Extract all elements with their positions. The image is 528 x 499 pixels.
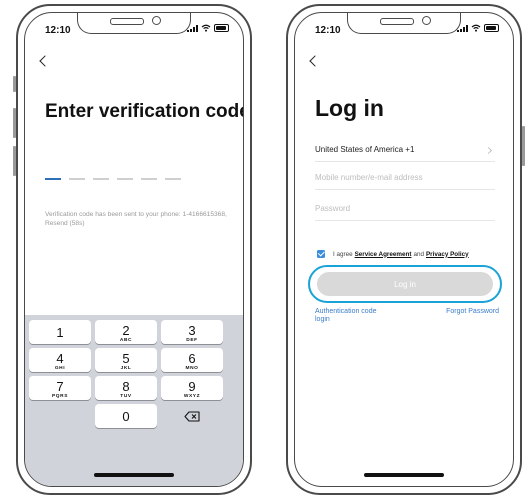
signal-icon (457, 24, 468, 32)
key-3[interactable]: 3 DEF (161, 320, 223, 344)
camera (152, 16, 161, 25)
login-button[interactable]: Log in (317, 272, 493, 296)
key-0[interactable]: 0 (95, 404, 157, 428)
forgot-password-link[interactable]: Forgot Password (446, 308, 499, 315)
auth-code-login-link[interactable]: Authentication code login (315, 308, 385, 325)
code-slot[interactable] (141, 178, 157, 180)
agree-checkbox[interactable] (317, 250, 325, 258)
phone-frame-login: 12:10 Log in United States of America +1… (286, 4, 525, 495)
wifi-icon (201, 24, 211, 32)
key-digit: 2 (122, 323, 130, 338)
speaker (110, 18, 144, 25)
mobile-email-input[interactable]: Mobile number/e-mail address (315, 169, 495, 190)
status-time: 12:10 (45, 25, 71, 36)
key-letters: WXYZ (183, 394, 201, 399)
side-button (522, 126, 525, 166)
camera (422, 16, 431, 25)
phone-frame-verification: 12:10 Enter verification code Verificati… (13, 4, 252, 495)
side-button (13, 76, 16, 92)
key-digit: 6 (188, 351, 196, 366)
key-letters: GHI (54, 366, 66, 371)
privacy-policy-link[interactable]: Privacy Policy (426, 251, 469, 258)
key-digit: 0 (122, 409, 130, 424)
code-input[interactable] (45, 178, 181, 180)
screen-verification: 12:10 Enter verification code Verificati… (24, 12, 244, 487)
agreement-row: I agree Service Agreement and Privacy Po… (317, 250, 471, 258)
back-chevron-icon[interactable] (309, 55, 321, 67)
key-letters: PQRS (52, 394, 68, 399)
key-7[interactable]: 7 PQRS (29, 376, 91, 400)
page-title: Log in (315, 95, 384, 121)
mobile-email-placeholder: Mobile number/e-mail address (315, 173, 423, 182)
notch (347, 13, 461, 34)
code-slot[interactable] (165, 178, 181, 180)
country-selector[interactable]: United States of America +1 (315, 141, 495, 162)
notch (77, 13, 191, 34)
key-digit: 8 (122, 379, 130, 394)
key-8[interactable]: 8 TUV (95, 376, 157, 400)
battery-icon (214, 24, 229, 32)
key-digit: 5 (122, 351, 130, 366)
key-letters: ABC (119, 338, 133, 343)
battery-icon (484, 24, 499, 32)
service-agreement-link[interactable]: Service Agreement (355, 251, 412, 258)
chevron-right-icon (484, 146, 493, 155)
country-value: United States of America +1 (315, 145, 415, 154)
status-icons (187, 24, 229, 32)
side-button (13, 146, 16, 176)
code-slot[interactable] (69, 178, 85, 180)
login-button-highlight: Log in (308, 265, 502, 303)
code-slot[interactable] (45, 178, 61, 180)
key-digit: 3 (188, 323, 196, 338)
backspace-icon (184, 411, 200, 422)
signal-icon (187, 24, 198, 32)
key-digit: 1 (56, 325, 64, 340)
password-placeholder: Password (315, 204, 351, 213)
page-title: Enter verification code (45, 101, 244, 122)
key-letters: DEF (186, 338, 198, 343)
key-6[interactable]: 6 MNO (161, 348, 223, 372)
key-digit: 9 (188, 379, 196, 394)
key-9[interactable]: 9 WXYZ (161, 376, 223, 400)
key-digit: 7 (56, 379, 64, 394)
delete-key[interactable] (161, 404, 223, 428)
code-sent-message: Verification code has been sent to your … (45, 211, 227, 227)
status-icons (457, 24, 499, 32)
back-chevron-icon[interactable] (39, 55, 51, 67)
key-1[interactable]: 1 (29, 320, 91, 344)
screen-login: 12:10 Log in United States of America +1… (294, 12, 514, 487)
wifi-icon (471, 24, 481, 32)
key-letters: TUV (120, 394, 132, 399)
home-indicator (94, 473, 174, 477)
speaker (380, 18, 414, 25)
key-5[interactable]: 5 JKL (95, 348, 157, 372)
agree-prefix: I agree (333, 250, 353, 258)
password-input[interactable]: Password (315, 200, 495, 221)
code-slot[interactable] (93, 178, 109, 180)
key-4[interactable]: 4 GHI (29, 348, 91, 372)
key-digit: 4 (56, 351, 64, 366)
numeric-keypad: 1 2 ABC 3 DEF 4 GHI 5 JKL 6 MNO 7 PQRS 8 TUV 9W… (25, 315, 243, 486)
agree-and: and (413, 250, 424, 258)
key-letters: MNO (185, 366, 199, 371)
home-indicator (364, 473, 444, 477)
side-button (13, 108, 16, 138)
key-2[interactable]: 2 ABC (95, 320, 157, 344)
key-letters: JKL (120, 366, 132, 371)
status-time: 12:10 (315, 25, 341, 36)
code-slot[interactable] (117, 178, 133, 180)
